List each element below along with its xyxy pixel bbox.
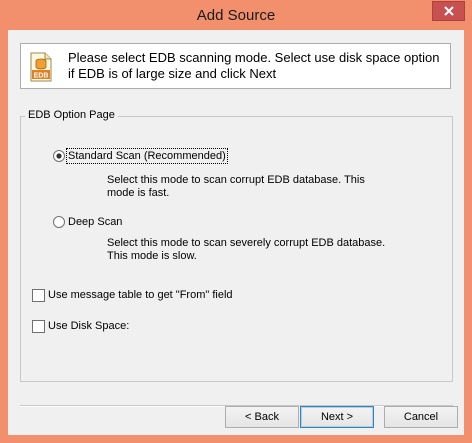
deep-scan-description: Select this mode to scan severely corrup… <box>107 237 386 262</box>
use-message-table-checkbox[interactable] <box>32 289 45 302</box>
window-title: Add Source <box>196 7 276 24</box>
close-icon <box>443 6 454 16</box>
cancel-button[interactable]: Cancel <box>384 406 458 428</box>
back-button[interactable]: < Back <box>225 406 299 428</box>
use-message-table-label[interactable]: Use message table to get "From" field <box>48 289 233 301</box>
group-label: EDB Option Page <box>25 109 118 121</box>
standard-scan-description: Select this mode to scan corrupt EDB dat… <box>107 174 365 199</box>
edb-database-icon: EDB <box>30 52 52 82</box>
dialog-window: Add Source EDB Please select EDB scannin… <box>0 0 472 443</box>
title-bar[interactable]: Add Source <box>0 0 472 30</box>
edb-icon-text: EDB <box>34 73 49 80</box>
deep-scan-radio[interactable] <box>53 216 65 228</box>
instruction-text: Please select EDB scanning mode. Select … <box>68 50 440 81</box>
standard-scan-label[interactable]: Standard Scan (Recommended) <box>66 148 228 164</box>
dialog-client-area: EDB Please select EDB scanning mode. Sel… <box>8 30 464 435</box>
deep-scan-label[interactable]: Deep Scan <box>68 216 122 228</box>
use-disk-space-checkbox[interactable] <box>32 320 45 333</box>
next-button[interactable]: Next > <box>300 406 374 428</box>
close-button[interactable] <box>432 1 465 21</box>
instruction-panel: EDB Please select EDB scanning mode. Sel… <box>20 43 451 89</box>
standard-scan-radio[interactable] <box>53 150 65 162</box>
use-disk-space-label[interactable]: Use Disk Space: <box>48 320 129 332</box>
